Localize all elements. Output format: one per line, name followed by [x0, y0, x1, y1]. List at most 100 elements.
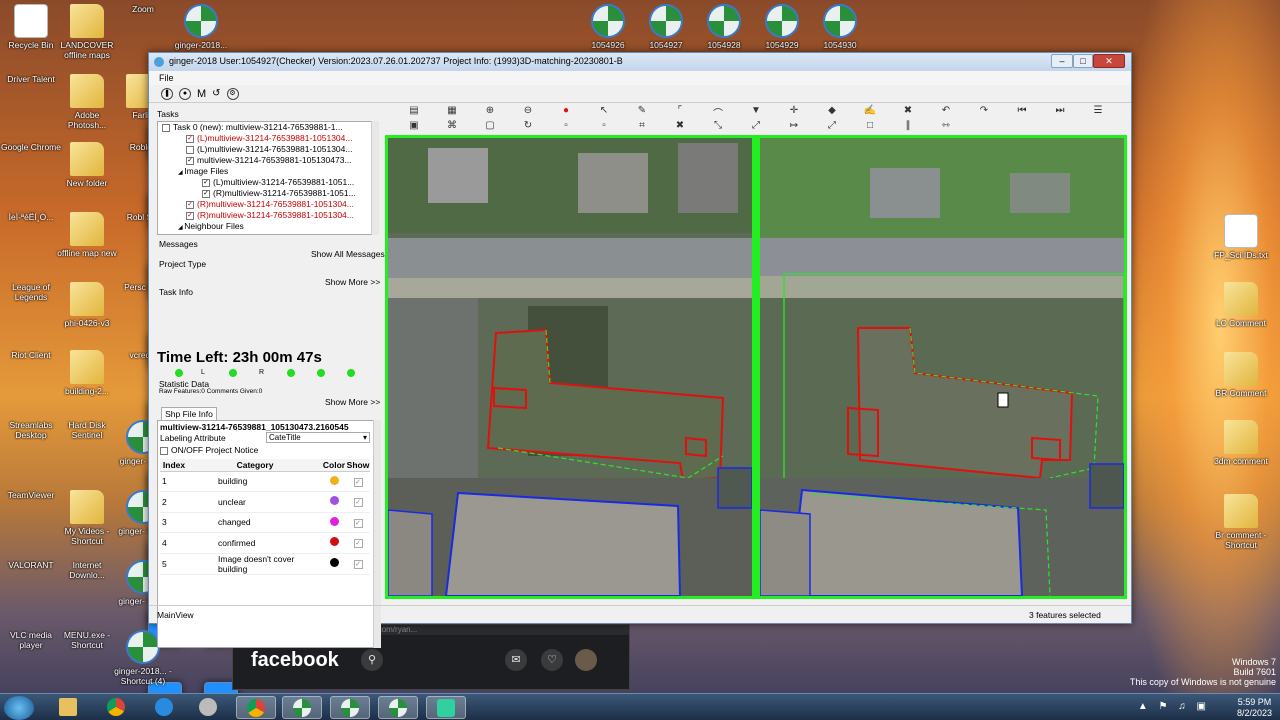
- tree-item[interactable]: ✓ (L)multiview-31214-76539881-1051304...: [158, 133, 378, 144]
- desktop-icon[interactable]: LANDCOVER offline maps: [56, 4, 118, 60]
- close-button[interactable]: ✕: [1093, 54, 1125, 68]
- table-row[interactable]: 5 Image doesn't cover building ✓: [160, 553, 370, 575]
- desktop-icon[interactable]: Riot Client: [0, 350, 182, 436]
- stereo-viewer[interactable]: [385, 135, 1127, 599]
- tree-checkbox[interactable]: ✓: [186, 200, 194, 209]
- tree-checkbox[interactable]: ✓: [186, 156, 194, 165]
- desktop-icon[interactable]: Recycle Bin: [0, 4, 62, 50]
- expand-icon[interactable]: ⤢: [813, 120, 851, 134]
- task-tree[interactable]: Task 0 (new): multiview-31214-76539881-1…: [157, 121, 379, 235]
- desktop-icon[interactable]: Streamlabs Desktop: [0, 420, 182, 506]
- show-checkbox[interactable]: ✓: [353, 477, 363, 487]
- settings-icon[interactable]: ⚙: [226, 87, 239, 100]
- table-row[interactable]: 2 unclear ✓: [160, 491, 370, 513]
- labeling-attribute-select[interactable]: CateTitle ▾: [266, 432, 370, 443]
- right-aerial-image[interactable]: [760, 138, 1124, 596]
- taskbar-ie[interactable]: [144, 696, 184, 719]
- rotate-icon[interactable]: ↻: [509, 120, 547, 134]
- m-button[interactable]: M: [197, 88, 206, 100]
- system-tray[interactable]: ▲ ⚑ ♫ ▣: [1138, 701, 1210, 712]
- notification-bell-icon[interactable]: ♡: [541, 649, 563, 671]
- desktop-icon-1054928[interactable]: 1054928: [693, 4, 755, 50]
- menu-icon[interactable]: ☰: [1079, 105, 1117, 119]
- onoff-notice-row[interactable]: ON/OFF Project Notice: [160, 445, 258, 455]
- desktop-icon[interactable]: phi-0426-v3: [56, 282, 118, 328]
- show-more-link-1[interactable]: Show More >>: [325, 277, 380, 287]
- desktop-icon-1054926[interactable]: 1054926: [577, 4, 639, 50]
- scale-icon[interactable]: ⤡: [699, 120, 737, 134]
- minimize-button[interactable]: –: [1051, 54, 1073, 68]
- columns-icon[interactable]: ∥: [889, 120, 927, 134]
- tree-item[interactable]: (L)multiview-31214-76539881-1051304...: [158, 144, 378, 155]
- desktop-icon[interactable]: Google Chrome: [0, 142, 182, 228]
- onoff-notice-checkbox[interactable]: [160, 446, 168, 455]
- open-icon[interactable]: ▣: [395, 120, 433, 134]
- tree-item[interactable]: ✓ multiview-31214-76539881-105130473...: [158, 155, 378, 166]
- prev-icon[interactable]: ⏮: [1003, 105, 1041, 119]
- left-aerial-image[interactable]: [388, 138, 752, 596]
- profile-avatar[interactable]: [575, 649, 597, 671]
- move-icon[interactable]: ✛: [775, 105, 813, 119]
- taskbar-app-4[interactable]: [188, 696, 228, 719]
- delete-icon[interactable]: ✖: [889, 105, 927, 119]
- desktop-icon[interactable]: building-2...: [56, 350, 118, 396]
- desktop-icon[interactable]: Hard Disk Sentinel: [56, 420, 238, 506]
- transform-icon[interactable]: ⌘: [433, 120, 471, 134]
- desktop-icon-1054927[interactable]: 1054927: [635, 4, 697, 50]
- right-image-pane[interactable]: [760, 138, 1124, 596]
- square-icon[interactable]: □: [851, 120, 889, 134]
- taskbar-streamlabs[interactable]: [426, 696, 466, 719]
- crop-icon[interactable]: ⌜: [661, 105, 699, 119]
- table-row[interactable]: 1 building ✓: [160, 471, 370, 492]
- desktop-icon[interactable]: Driver Talent: [0, 74, 182, 160]
- show-all-messages-link[interactable]: Show All Messages: [311, 249, 385, 259]
- taskbar-ginger-3[interactable]: [378, 696, 418, 719]
- pointer-icon[interactable]: ↖: [585, 105, 623, 119]
- arrows-icon[interactable]: ⇿: [927, 120, 965, 134]
- measure-icon[interactable]: ↦: [775, 120, 813, 134]
- taskbar-explorer[interactable]: [48, 696, 88, 719]
- maximize-button[interactable]: □: [1073, 54, 1093, 68]
- hidden-icon[interactable]: ▫: [547, 120, 585, 134]
- record-icon[interactable]: ●: [547, 105, 585, 119]
- redo-icon[interactable]: ↷: [965, 105, 1003, 119]
- hidden2-icon[interactable]: ▫: [585, 120, 623, 134]
- show-more-link-2[interactable]: Show More >>: [325, 397, 380, 407]
- show-checkbox[interactable]: ✓: [353, 539, 363, 549]
- title-bar[interactable]: ginger-2018 User:1054927(Checker) Versio…: [149, 53, 1131, 71]
- fill-icon[interactable]: ◆: [813, 105, 851, 119]
- tree-scrollbar[interactable]: [371, 121, 379, 235]
- color-swatch[interactable]: [329, 475, 339, 485]
- tree-item[interactable]: ✓ (R)multiview-31214-76539881-1051...: [158, 188, 378, 199]
- desktop-icon[interactable]: TeamViewer: [0, 490, 182, 576]
- tree-checkbox[interactable]: ✓: [202, 189, 210, 198]
- cross-icon[interactable]: ✖: [661, 120, 699, 134]
- desktop-icon-right[interactable]: BR Comment: [1210, 352, 1272, 398]
- ginger-app-window[interactable]: ginger-2018 User:1054927(Checker) Versio…: [148, 52, 1132, 648]
- desktop-icon[interactable]: MENU.exe - Shortcut: [56, 630, 238, 716]
- tree-item[interactable]: ◢ Neighbour Files: [158, 221, 378, 232]
- pin-icon[interactable]: ▼: [737, 105, 775, 119]
- taskbar-ginger-1[interactable]: [282, 696, 322, 719]
- table-row[interactable]: 3 changed ✓: [160, 512, 370, 533]
- tree-checkbox[interactable]: ✓: [186, 134, 194, 143]
- taskbar-chrome[interactable]: [96, 696, 136, 719]
- grid-icon[interactable]: ⌗: [623, 120, 661, 134]
- undo-icon[interactable]: ↺: [212, 88, 220, 99]
- undo-icon[interactable]: ↶: [927, 105, 965, 119]
- taskbar-ginger-2[interactable]: [330, 696, 370, 719]
- search-icon[interactable]: ⚲: [361, 649, 383, 671]
- facebook-logo[interactable]: facebook: [251, 649, 339, 672]
- desktop-icon[interactable]: Adobe Photosh...: [56, 74, 118, 130]
- tree-item[interactable]: ✓ (R)multiview-31214-76539881-1051304...: [158, 210, 378, 221]
- tree-checkbox[interactable]: ✓: [202, 178, 210, 187]
- desktop-icon[interactable]: Zoom: [112, 4, 294, 90]
- tab-shp-file-info[interactable]: Shp File Info: [161, 407, 217, 420]
- table-row[interactable]: 4 confirmed ✓: [160, 532, 370, 554]
- tree-item[interactable]: Task 0 (new): multiview-31214-76539881-1…: [158, 122, 378, 133]
- desktop-icon[interactable]: ginger-2018...: [170, 4, 232, 50]
- color-swatch[interactable]: [329, 496, 339, 506]
- desktop-icon[interactable]: VLC media player: [0, 630, 182, 716]
- desktop-icon-1054929[interactable]: 1054929: [751, 4, 813, 50]
- taskbar-chrome-active[interactable]: [236, 696, 276, 719]
